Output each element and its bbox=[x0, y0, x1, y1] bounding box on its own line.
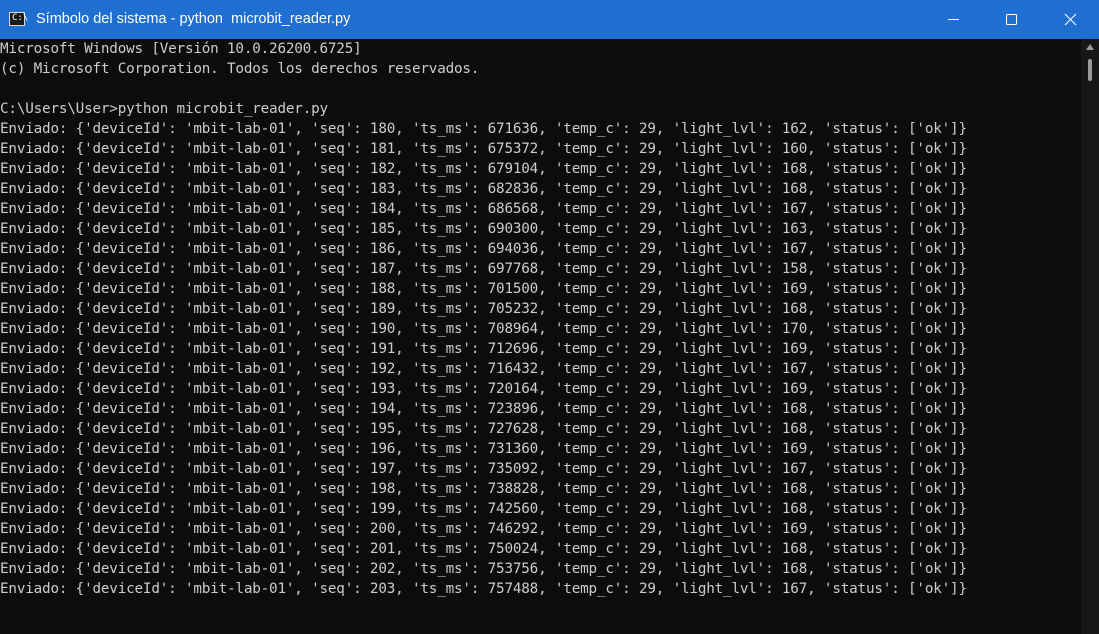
maximize-icon bbox=[1006, 14, 1017, 25]
console-line: Enviado: {'deviceId': 'mbit-lab-01', 'se… bbox=[0, 541, 967, 557]
console-line: Enviado: {'deviceId': 'mbit-lab-01', 'se… bbox=[0, 401, 967, 417]
console-line: Microsoft Windows [Versión 10.0.26200.67… bbox=[0, 41, 362, 57]
terminal-window: C:\ Símbolo del sistema - python microbi… bbox=[0, 0, 1099, 634]
console-line: Enviado: {'deviceId': 'mbit-lab-01', 'se… bbox=[0, 221, 967, 237]
console-line: Enviado: {'deviceId': 'mbit-lab-01', 'se… bbox=[0, 381, 967, 397]
console-line: Enviado: {'deviceId': 'mbit-lab-01', 'se… bbox=[0, 121, 967, 137]
console-line: Enviado: {'deviceId': 'mbit-lab-01', 'se… bbox=[0, 481, 967, 497]
console-line: Enviado: {'deviceId': 'mbit-lab-01', 'se… bbox=[0, 141, 967, 157]
console-prompt-line: C:\Users\User>python microbit_reader.py bbox=[0, 101, 328, 117]
cmd-icon[interactable]: C:\ bbox=[9, 12, 28, 26]
console-line: Enviado: {'deviceId': 'mbit-lab-01', 'se… bbox=[0, 241, 967, 257]
console-line: Enviado: {'deviceId': 'mbit-lab-01', 'se… bbox=[0, 581, 967, 597]
window-title: Símbolo del sistema - python microbit_re… bbox=[36, 11, 351, 27]
close-button[interactable] bbox=[1041, 0, 1099, 39]
scroll-up-arrow-icon[interactable] bbox=[1085, 43, 1095, 51]
scrollbar-thumb[interactable] bbox=[1088, 59, 1092, 81]
console-line: Enviado: {'deviceId': 'mbit-lab-01', 'se… bbox=[0, 161, 967, 177]
vertical-scrollbar[interactable] bbox=[1081, 39, 1099, 634]
minimize-button[interactable] bbox=[924, 0, 983, 39]
console-line: Enviado: {'deviceId': 'mbit-lab-01', 'se… bbox=[0, 341, 967, 357]
console-line: Enviado: {'deviceId': 'mbit-lab-01', 'se… bbox=[0, 201, 967, 217]
console-line: Enviado: {'deviceId': 'mbit-lab-01', 'se… bbox=[0, 521, 967, 537]
console-line: Enviado: {'deviceId': 'mbit-lab-01', 'se… bbox=[0, 361, 967, 377]
console-line: Enviado: {'deviceId': 'mbit-lab-01', 'se… bbox=[0, 301, 967, 317]
console-line: Enviado: {'deviceId': 'mbit-lab-01', 'se… bbox=[0, 461, 967, 477]
maximize-button[interactable] bbox=[983, 0, 1042, 39]
console-line: Enviado: {'deviceId': 'mbit-lab-01', 'se… bbox=[0, 321, 967, 337]
console-line: Enviado: {'deviceId': 'mbit-lab-01', 'se… bbox=[0, 261, 967, 277]
console-line: Enviado: {'deviceId': 'mbit-lab-01', 'se… bbox=[0, 181, 967, 197]
console-line: (c) Microsoft Corporation. Todos los der… bbox=[0, 61, 480, 77]
minimize-icon bbox=[948, 19, 959, 20]
close-icon bbox=[1064, 13, 1077, 26]
console-line: Enviado: {'deviceId': 'mbit-lab-01', 'se… bbox=[0, 421, 967, 437]
console-line: Enviado: {'deviceId': 'mbit-lab-01', 'se… bbox=[0, 501, 967, 517]
console-line: Enviado: {'deviceId': 'mbit-lab-01', 'se… bbox=[0, 441, 967, 457]
title-bar[interactable]: C:\ Símbolo del sistema - python microbi… bbox=[0, 0, 1099, 39]
console-line: Enviado: {'deviceId': 'mbit-lab-01', 'se… bbox=[0, 561, 967, 577]
console-output[interactable]: Microsoft Windows [Versión 10.0.26200.67… bbox=[0, 39, 1081, 634]
console-line: Enviado: {'deviceId': 'mbit-lab-01', 'se… bbox=[0, 281, 967, 297]
